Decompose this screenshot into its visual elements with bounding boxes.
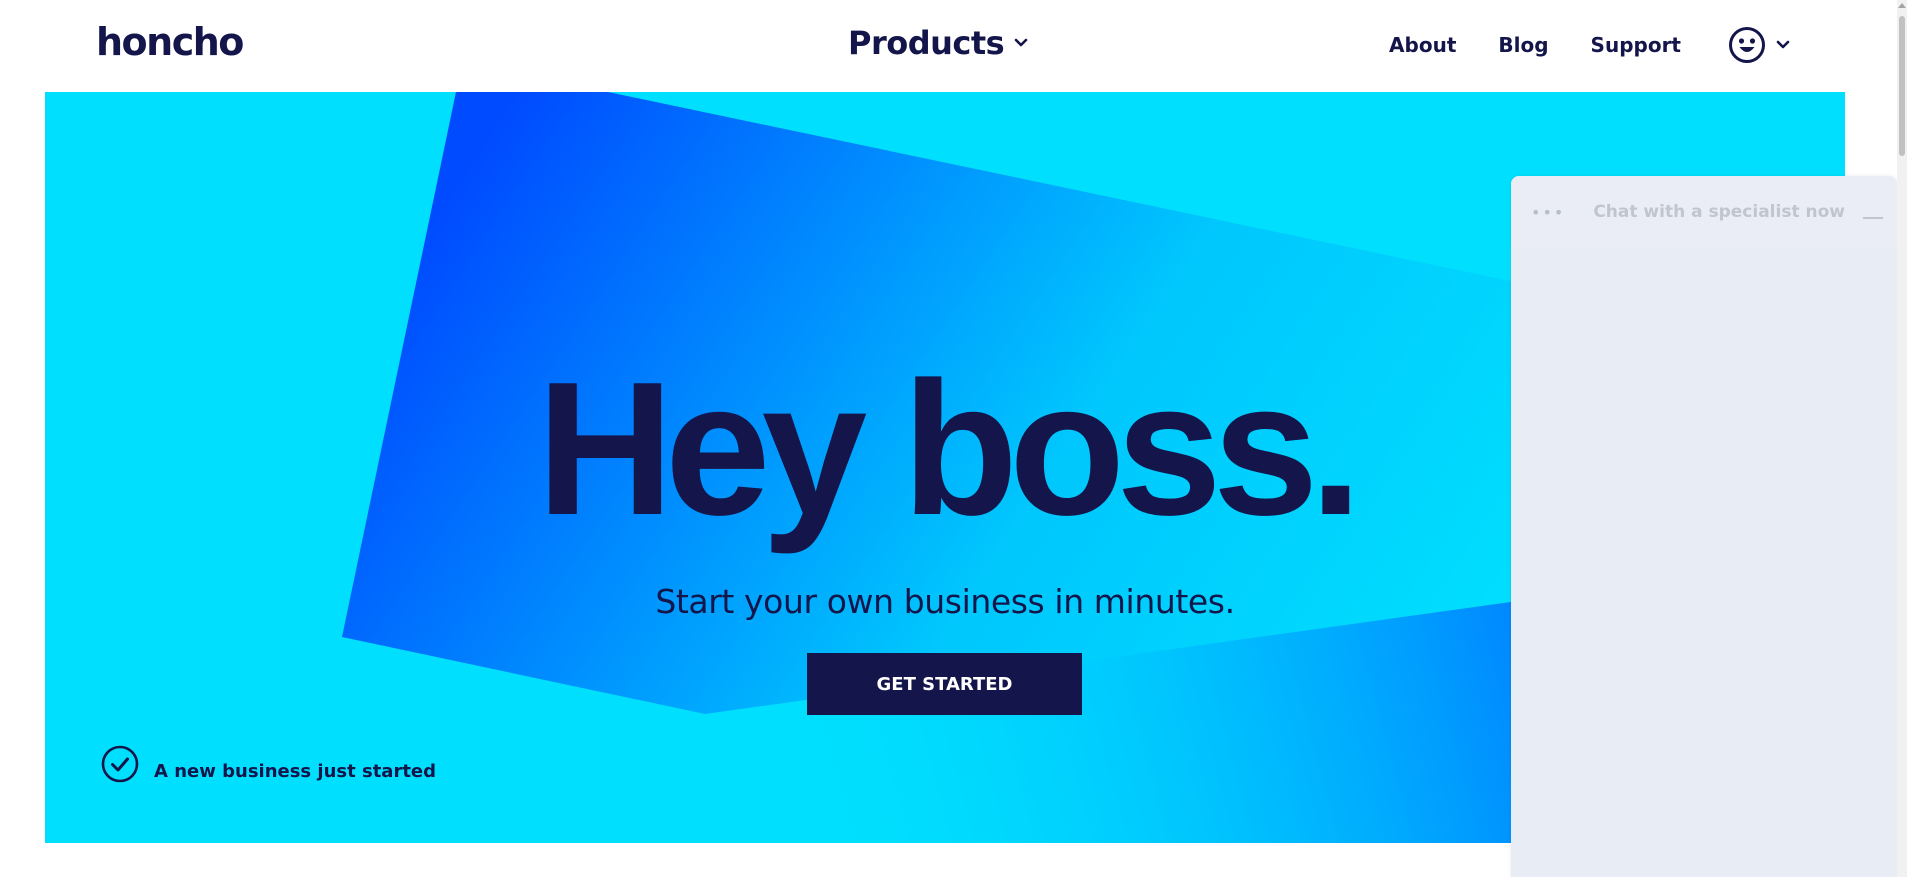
chat-title: Chat with a specialist now [1593, 202, 1845, 222]
nav-link-about[interactable]: About [1389, 33, 1456, 57]
smiley-face-icon [1729, 27, 1765, 63]
top-navigation: honcho Products About Blog Support [0, 0, 1907, 92]
products-menu[interactable]: Products [848, 24, 1028, 62]
products-label: Products [848, 24, 1005, 62]
nav-link-blog[interactable]: Blog [1498, 33, 1548, 57]
honcho-logo[interactable]: honcho [96, 20, 244, 64]
chevron-down-icon [1776, 40, 1790, 49]
nav-link-support[interactable]: Support [1591, 33, 1681, 57]
chevron-down-icon [1014, 38, 1028, 47]
get-started-button[interactable]: GET STARTED [807, 653, 1082, 715]
scroll-up-arrow-icon[interactable] [1898, 3, 1906, 8]
check-circle-icon [101, 745, 139, 783]
page-scrollbar[interactable] [1897, 0, 1907, 877]
scroll-thumb[interactable] [1899, 16, 1905, 156]
account-menu[interactable] [1728, 26, 1790, 64]
minimize-icon[interactable] [1863, 217, 1883, 219]
chat-header[interactable]: ••• Chat with a specialist now [1511, 176, 1897, 248]
more-dots-icon[interactable]: ••• [1531, 203, 1565, 222]
new-business-notice: A new business just started [100, 744, 436, 784]
chat-widget: ••• Chat with a specialist now [1511, 176, 1897, 877]
nav-links: About Blog Support [1389, 33, 1681, 57]
notice-text: A new business just started [154, 761, 437, 782]
